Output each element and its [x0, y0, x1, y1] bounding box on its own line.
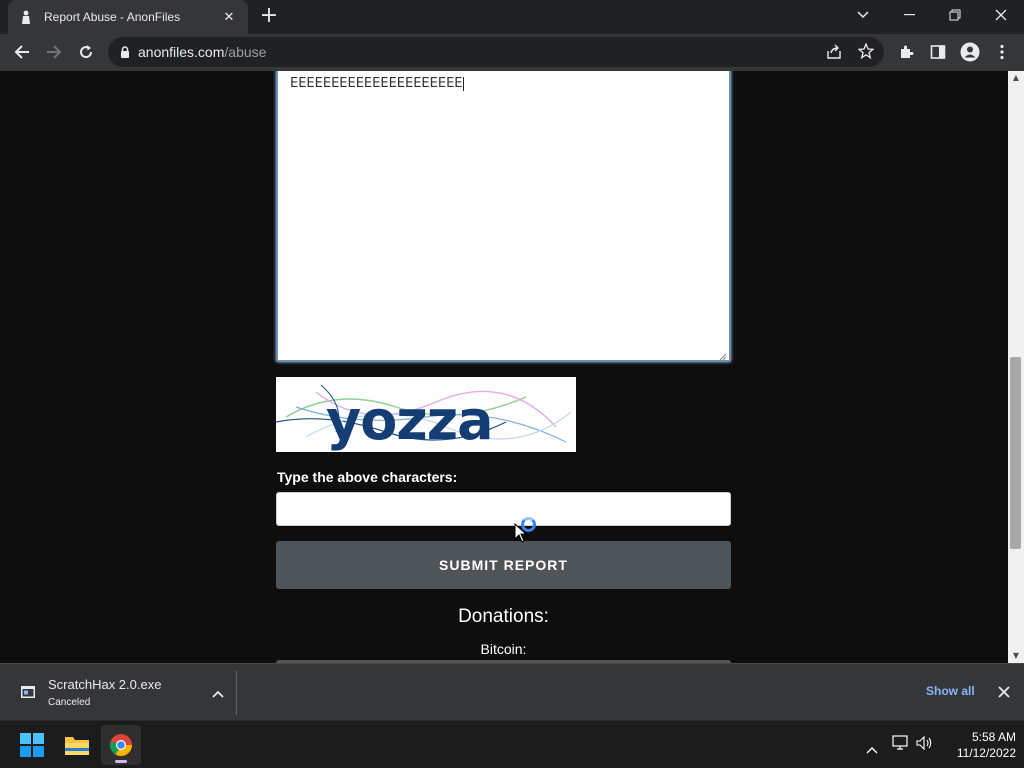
captcha-input[interactable]: [276, 492, 731, 526]
volume-icon[interactable]: [916, 735, 934, 755]
download-bar: ScratchHax 2.0.exe Canceled Show all: [0, 663, 1024, 720]
file-icon: [20, 684, 36, 700]
download-status: Canceled: [48, 696, 91, 708]
forward-button[interactable]: [40, 38, 68, 66]
scroll-up-icon[interactable]: ▲: [1008, 71, 1024, 85]
captcha-image: yozza: [276, 377, 576, 452]
page-viewport: EEEEEEEEEEEEEEEEEEEEE yozza Type the abo…: [0, 71, 1008, 663]
minimize-button[interactable]: [886, 0, 932, 30]
close-window-button[interactable]: [978, 0, 1024, 30]
windows-start-icon[interactable]: [12, 725, 52, 765]
system-clock[interactable]: 5:58 AM 11/12/2022: [936, 729, 1016, 761]
show-all-link[interactable]: Show all: [926, 684, 975, 698]
download-item[interactable]: ScratchHax 2.0.exe Canceled: [12, 670, 237, 714]
share-icon[interactable]: [826, 44, 842, 64]
tab-close-icon[interactable]: ✕: [220, 10, 238, 25]
bookmark-star-icon[interactable]: [857, 42, 875, 63]
report-message-textarea[interactable]: EEEEEEEEEEEEEEEEEEEEE: [276, 71, 731, 362]
scroll-down-icon[interactable]: ▼: [1008, 649, 1024, 663]
submit-report-button[interactable]: SUBMIT REPORT: [276, 541, 731, 589]
bitcoin-label: Bitcoin:: [480, 641, 527, 657]
file-explorer-icon[interactable]: [57, 725, 97, 765]
text-caret: [462, 76, 464, 91]
captcha-glyphs: yozza: [326, 389, 493, 452]
clock-time: 5:58 AM: [971, 730, 1016, 744]
tab-search-chevron-icon[interactable]: [840, 0, 886, 30]
clock-date: 11/12/2022: [956, 746, 1016, 760]
scrollbar-thumb[interactable]: [1010, 357, 1021, 549]
captcha-label: Type the above characters:: [277, 469, 458, 485]
restore-button[interactable]: [932, 0, 978, 30]
divider: [236, 671, 237, 715]
mouse-cursor-icon: [514, 523, 528, 543]
textarea-value: EEEEEEEEEEEEEEEEEEEEE: [290, 76, 463, 91]
new-tab-button[interactable]: +: [258, 5, 280, 28]
donations-heading: Donations:: [458, 606, 549, 627]
chevron-up-icon[interactable]: [212, 683, 224, 702]
lock-icon[interactable]: [120, 43, 130, 62]
close-download-bar-icon[interactable]: [998, 683, 1010, 702]
tab-strip: Report Abuse - AnonFiles ✕ +: [0, 0, 1024, 34]
resize-grip-icon[interactable]: [719, 350, 727, 361]
chrome-taskbar-icon[interactable]: [101, 725, 141, 765]
active-app-indicator: [115, 760, 127, 763]
side-panel-icon[interactable]: [924, 38, 952, 66]
download-file-name: ScratchHax 2.0.exe: [48, 676, 162, 692]
url-host: anonfiles.com: [138, 44, 225, 60]
profile-avatar-icon[interactable]: [956, 38, 984, 66]
browser-tab-active[interactable]: Report Abuse - AnonFiles ✕: [8, 0, 248, 34]
extensions-puzzle-icon[interactable]: [892, 38, 920, 66]
address-bar[interactable]: anonfiles.com/abuse: [108, 37, 884, 67]
url-text: anonfiles.com/abuse: [138, 44, 266, 60]
url-path: /abuse: [224, 44, 267, 60]
reload-button[interactable]: [72, 38, 100, 66]
kebab-menu-icon[interactable]: [988, 38, 1016, 66]
tray-chevron-up-icon[interactable]: [866, 739, 878, 758]
browser-toolbar: anonfiles.com/abuse: [0, 34, 1024, 71]
anonfiles-favicon-icon: [18, 9, 34, 25]
tab-title: Report Abuse - AnonFiles: [44, 10, 181, 24]
network-icon[interactable]: [892, 735, 910, 755]
back-button[interactable]: [8, 38, 36, 66]
taskbar: 5:58 AM 11/12/2022: [0, 720, 1024, 768]
page-scrollbar[interactable]: ▲ ▼: [1008, 71, 1024, 663]
